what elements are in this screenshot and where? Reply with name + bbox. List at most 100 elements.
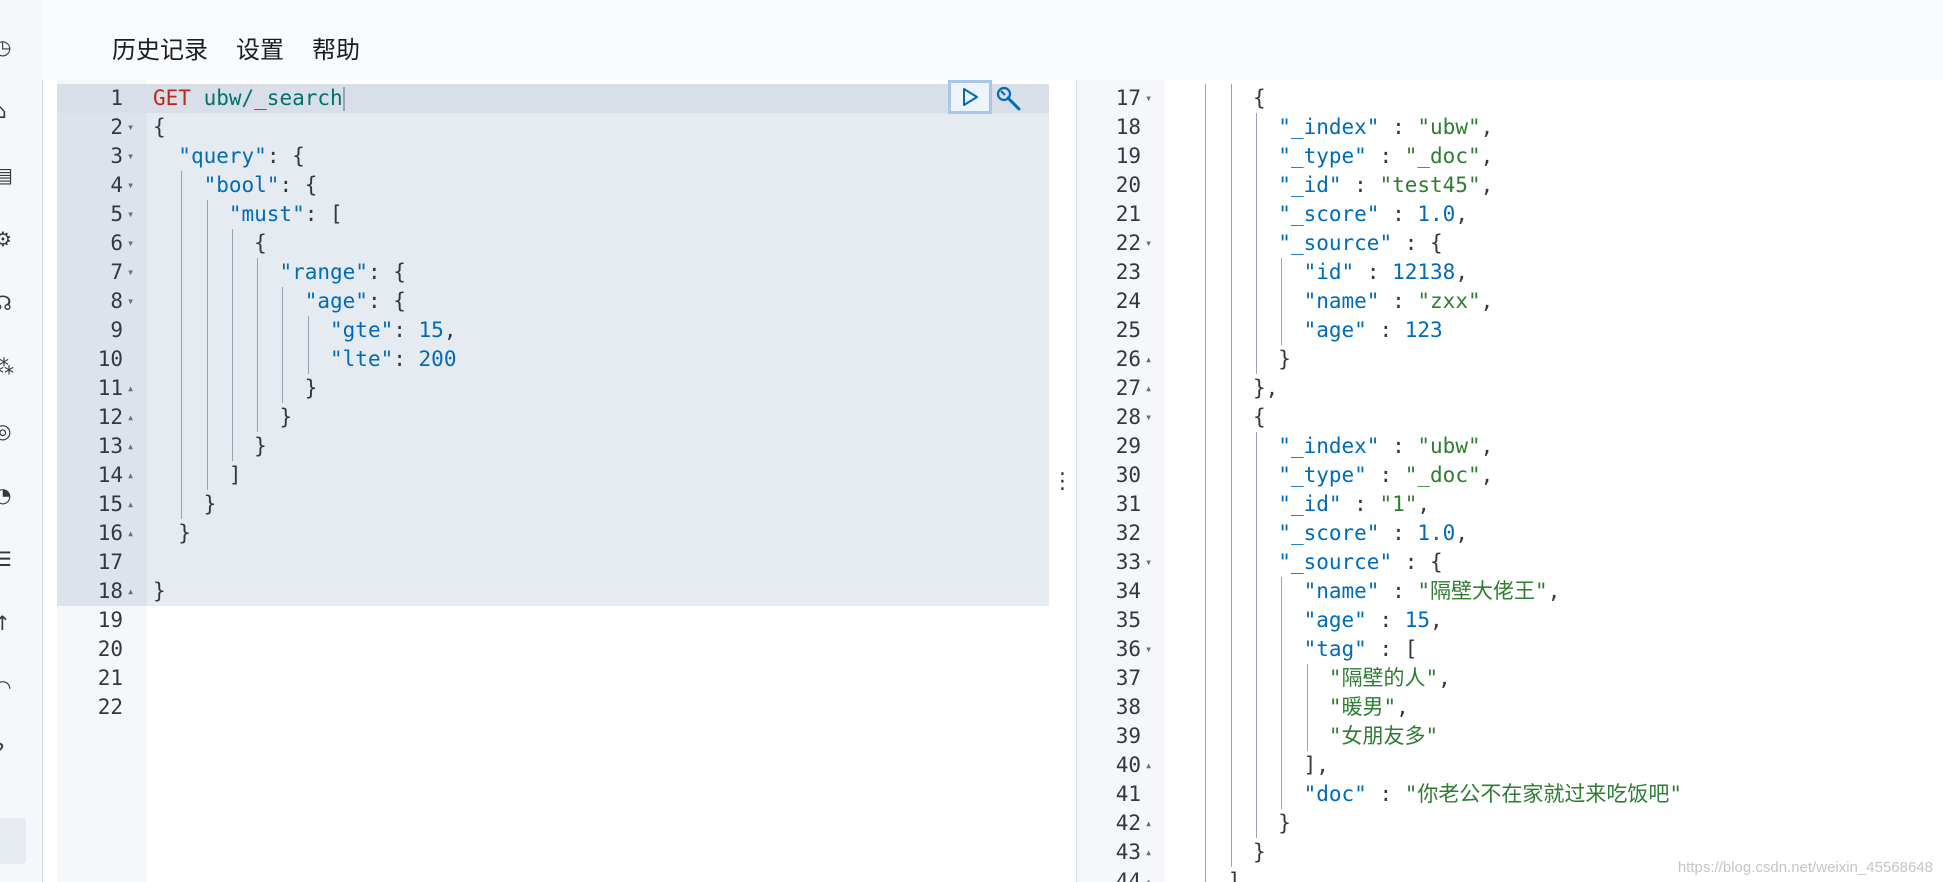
indent-guide — [1281, 664, 1283, 693]
ml-icon[interactable]: ☊ — [0, 290, 18, 316]
request-editor[interactable]: 1 GET ubw/_search 2 ▾{3 ▾ "query": {4 ▾ "bool… — [57, 80, 1049, 882]
token-punc: } — [1278, 811, 1291, 835]
indent-guide — [257, 316, 259, 345]
fold-caret-up-icon[interactable]: ▴ — [127, 519, 134, 548]
token-str: "zxx" — [1417, 289, 1481, 313]
token-punc: , — [1480, 289, 1494, 313]
fold-caret-up-icon[interactable]: ▴ — [1145, 809, 1152, 838]
request-actions-button[interactable] — [992, 82, 1026, 116]
indent-guide — [181, 200, 183, 229]
fold-caret-up-icon[interactable]: ▴ — [1145, 867, 1152, 882]
line-number: 31 — [1115, 492, 1141, 516]
code-line: 20 — [57, 635, 1049, 664]
indent-guide — [1256, 548, 1257, 577]
code-text: ], — [1202, 751, 1329, 780]
token-key: "_id" — [1278, 173, 1342, 197]
graph-icon[interactable]: ⁂ — [0, 354, 18, 380]
monitor-icon[interactable]: ◎ — [0, 418, 18, 444]
code-line: 19 "_type" : "_doc", — [1077, 142, 1943, 171]
code-line: 20 "_id" : "test45", — [1077, 171, 1943, 200]
indent-guide — [1256, 200, 1257, 229]
fold-caret-up-icon[interactable]: ▴ — [127, 490, 134, 519]
code-text: "_source" : { — [1202, 229, 1442, 258]
menu-help[interactable]: 帮助 — [312, 30, 360, 65]
fold-caret-up-icon[interactable]: ▴ — [127, 403, 134, 432]
send-request-button[interactable] — [948, 80, 992, 114]
code-text: "_source" : { — [1202, 548, 1442, 577]
code-line: 16 ▴ } — [57, 519, 1049, 548]
line-number: 21 — [97, 666, 123, 690]
fold-caret-down-icon[interactable]: ▾ — [1145, 403, 1152, 432]
response-viewer[interactable]: 17 ▾ {18 "_index" : "ubw", 19 "_type" : "_… — [1076, 80, 1943, 882]
token-num: 1.0 — [1417, 202, 1456, 226]
indent-guide — [1256, 345, 1257, 374]
token-key: "age" — [304, 289, 368, 313]
dashboard-icon[interactable]: ◷ — [0, 34, 18, 60]
indent-guide — [1256, 142, 1257, 171]
signal-icon[interactable]: ◠ — [0, 674, 18, 700]
indent-guide — [1230, 345, 1232, 374]
indent-guide — [181, 316, 183, 345]
line-number: 34 — [1115, 579, 1141, 603]
code-text: } — [153, 403, 292, 432]
line-number: 23 — [1115, 260, 1141, 284]
fold-caret-up-icon[interactable]: ▴ — [1145, 374, 1152, 403]
fold-caret-up-icon[interactable]: ▴ — [127, 432, 134, 461]
fold-caret-down-icon[interactable]: ▾ — [1145, 635, 1152, 664]
fold-caret-down-icon[interactable]: ▾ — [127, 229, 134, 258]
menu-history[interactable]: 历史记录 — [112, 30, 208, 65]
indent-guide — [1230, 142, 1232, 171]
speed-icon[interactable]: ◔ — [0, 482, 18, 508]
code-text: } — [1202, 809, 1291, 838]
code-line: 40 ▴ ], — [1077, 751, 1943, 780]
fold-caret-up-icon[interactable]: ▴ — [1145, 345, 1152, 374]
token-str: "_doc" — [1404, 463, 1481, 487]
indent-guide — [1230, 809, 1232, 838]
fold-caret-down-icon[interactable]: ▾ — [127, 258, 134, 287]
token-punc: } — [153, 579, 166, 603]
code-text: "range": { — [153, 258, 405, 287]
indent-guide — [1281, 751, 1283, 780]
code-line: 4 ▾ "bool": { — [57, 171, 1049, 200]
line-number: 15 — [97, 492, 123, 516]
token-key: "doc" — [1303, 782, 1367, 806]
indent-guide — [1205, 461, 1207, 490]
fold-caret-down-icon[interactable]: ▾ — [127, 171, 134, 200]
indent-guide — [231, 345, 233, 374]
token-punc: : { — [266, 144, 305, 168]
fold-caret-down-icon[interactable]: ▾ — [1145, 548, 1152, 577]
line-number: 29 — [1115, 434, 1141, 458]
fold-caret-up-icon[interactable]: ▴ — [1145, 838, 1152, 867]
fold-caret-down-icon[interactable]: ▾ — [127, 142, 134, 171]
table-icon[interactable]: ▤ — [0, 162, 18, 188]
code-line: 25 "age" : 123 — [1077, 316, 1943, 345]
indent-guide — [1205, 867, 1207, 882]
code-text: "_type" : "_doc", — [1202, 142, 1493, 171]
menu-settings[interactable]: 设置 — [236, 30, 284, 65]
code-line: 15 ▴ } — [57, 490, 1049, 519]
code-line: 27 ▴ }, — [1077, 374, 1943, 403]
fold-caret-down-icon[interactable]: ▾ — [1145, 84, 1152, 113]
uptime-icon[interactable]: ↑ — [0, 610, 18, 636]
token-str: "1" — [1379, 492, 1418, 516]
stack-icon[interactable]: ☰ — [0, 546, 18, 572]
token-num: 15 — [418, 318, 444, 342]
fold-caret-up-icon[interactable]: ▴ — [127, 577, 134, 606]
fold-caret-up-icon[interactable]: ▴ — [127, 461, 134, 490]
fold-caret-up-icon[interactable]: ▴ — [1145, 751, 1152, 780]
fold-caret-up-icon[interactable]: ▴ — [127, 374, 134, 403]
pane-resizer[interactable]: ⋮ — [1049, 80, 1076, 882]
fold-caret-down-icon[interactable]: ▾ — [1145, 229, 1152, 258]
indent-guide — [1230, 693, 1232, 722]
token-str: "ubw" — [1417, 115, 1481, 139]
home-icon[interactable]: ⌂ — [0, 98, 18, 124]
settings-icon[interactable]: ⚙ — [0, 226, 18, 252]
indent-guide — [307, 316, 309, 345]
fold-caret-down-icon[interactable]: ▾ — [127, 113, 134, 142]
line-number: 25 — [1115, 318, 1141, 342]
help-icon[interactable]: ? — [0, 738, 18, 764]
indent-guide — [206, 287, 208, 316]
code-text: "bool": { — [153, 171, 318, 200]
fold-caret-down-icon[interactable]: ▾ — [127, 287, 134, 316]
fold-caret-down-icon[interactable]: ▾ — [127, 200, 134, 229]
